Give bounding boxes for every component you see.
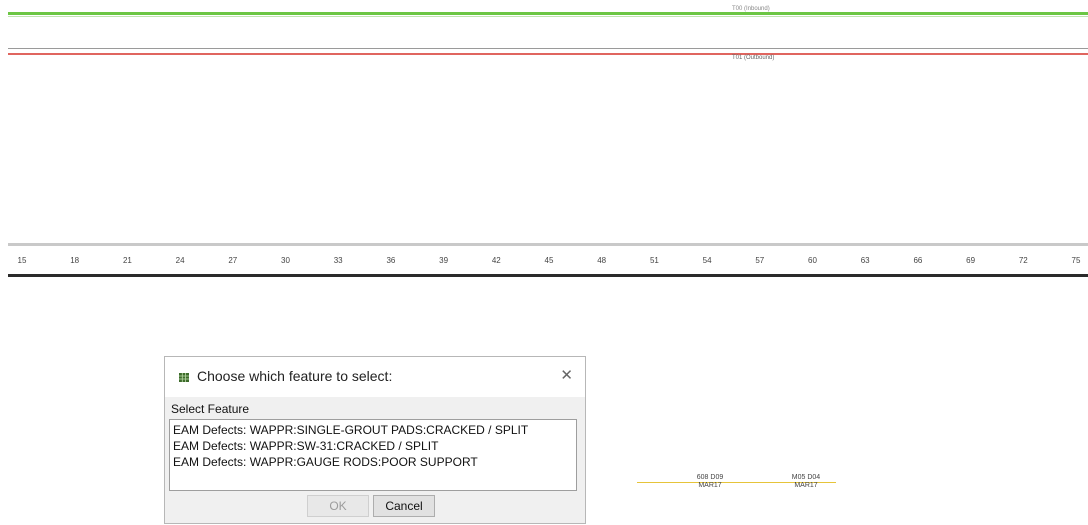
dialog-titlebar[interactable]: Choose which feature to select: ✕ bbox=[165, 357, 585, 397]
ruler-bottom-border bbox=[8, 274, 1088, 277]
chainage-marker-end: M05 D04 MAR17 bbox=[786, 474, 826, 490]
ruler-tick-label: 18 bbox=[70, 256, 80, 265]
inbound-track-shadow bbox=[8, 16, 1088, 17]
ruler-tick-label: 51 bbox=[649, 256, 659, 265]
cancel-button[interactable]: Cancel bbox=[373, 495, 435, 517]
ruler-top-border bbox=[8, 243, 1088, 246]
ruler-tick-label: 57 bbox=[755, 256, 765, 265]
ruler-tick-label: 27 bbox=[228, 256, 238, 265]
ok-button[interactable]: OK bbox=[307, 495, 369, 517]
outbound-track-label: T01 (Outbound) bbox=[732, 55, 775, 61]
feature-list-item[interactable]: EAM Defects: WAPPR:GAUGE RODS:POOR SUPPO… bbox=[172, 454, 574, 470]
ruler-tick-label: 63 bbox=[860, 256, 870, 265]
select-feature-label: Select Feature bbox=[171, 402, 250, 416]
track-separator bbox=[8, 48, 1088, 49]
ruler-tick-label: 48 bbox=[597, 256, 607, 265]
ruler-tick-label: 33 bbox=[333, 256, 343, 265]
table-grid-icon bbox=[179, 373, 189, 382]
chainage-marker-start: 608 D09 MAR17 bbox=[690, 474, 730, 490]
chainage-start-id: 608 D09 bbox=[696, 474, 724, 481]
chainage-end-date: MAR17 bbox=[794, 482, 818, 489]
chainage-ruler: 15 18 21 24 27 30 33 36 39 42 45 48 51 54 57 60 63 66 69 72… bbox=[0, 256, 1088, 272]
ruler-tick-label: 72 bbox=[1018, 256, 1028, 265]
outbound-track-line[interactable] bbox=[8, 53, 1088, 55]
ruler-tick-label: 45 bbox=[544, 256, 554, 265]
chainage-end-id: M05 D04 bbox=[791, 474, 821, 481]
ruler-tick-label: 15 bbox=[17, 256, 27, 265]
ruler-tick-label: 24 bbox=[175, 256, 185, 265]
feature-list[interactable]: EAM Defects: WAPPR:SINGLE-GROUT PADS:CRA… bbox=[169, 419, 577, 491]
close-icon[interactable]: ✕ bbox=[560, 366, 573, 384]
feature-list-item[interactable]: EAM Defects: WAPPR:SINGLE-GROUT PADS:CRA… bbox=[172, 422, 574, 438]
ruler-tick-label: 66 bbox=[913, 256, 923, 265]
inbound-track-label: T00 (Inbound) bbox=[732, 6, 770, 12]
ruler-tick-label: 75 bbox=[1071, 256, 1081, 265]
ruler-tick-label: 30 bbox=[281, 256, 290, 265]
chainage-start-date: MAR17 bbox=[698, 482, 722, 489]
ruler-tick-label: 36 bbox=[386, 256, 396, 265]
ruler-tick-label: 21 bbox=[122, 256, 132, 265]
ruler-tick-label: 54 bbox=[702, 256, 712, 265]
inbound-track-line[interactable] bbox=[8, 12, 1088, 15]
ruler-tick-label: 39 bbox=[439, 256, 449, 265]
dialog-title: Choose which feature to select: bbox=[197, 368, 393, 384]
choose-feature-dialog: Choose which feature to select: ✕ Select… bbox=[164, 356, 586, 524]
feature-list-item[interactable]: EAM Defects: WAPPR:SW-31:CRACKED / SPLIT bbox=[172, 438, 574, 454]
ruler-tick-label: 69 bbox=[966, 256, 976, 265]
ruler-tick-label: 60 bbox=[808, 256, 817, 265]
ruler-tick-label: 42 bbox=[491, 256, 501, 265]
